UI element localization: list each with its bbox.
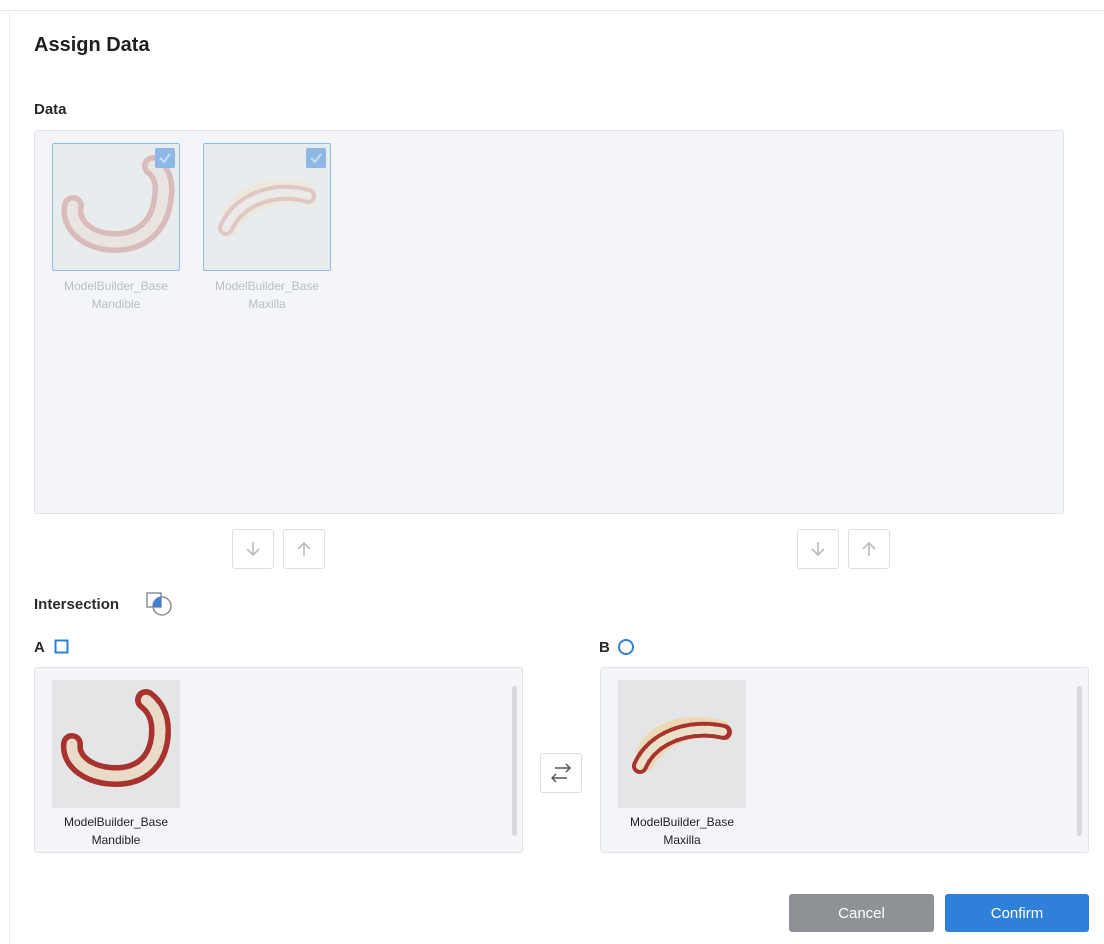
swap-button[interactable] xyxy=(540,753,582,793)
mandible-arch-icon xyxy=(60,689,172,788)
arrow-down-icon xyxy=(246,542,260,557)
data-item-name: ModelBuilder_Base xyxy=(214,279,320,293)
slot-item-name: ModelBuilder_Base xyxy=(63,815,169,829)
mandible-checkbox[interactable] xyxy=(155,148,175,168)
move-down-to-a-button[interactable] xyxy=(232,529,274,569)
dialog-top-divider xyxy=(0,10,1104,11)
arrow-up-icon xyxy=(297,541,311,556)
dialog-left-divider xyxy=(9,10,10,944)
slot-b-scrollbar[interactable] xyxy=(1077,686,1082,836)
maxilla-model-thumbnail xyxy=(618,680,746,808)
swap-arrows-icon xyxy=(551,763,571,783)
checkmark-icon xyxy=(159,153,171,164)
slot-b-label: B xyxy=(599,639,610,656)
data-item-mandible[interactable]: ModelBuilder_Base Mandible xyxy=(52,143,180,313)
maxilla-model-thumbnail[interactable] xyxy=(203,143,331,271)
data-item-type: Maxilla xyxy=(248,297,286,311)
square-icon xyxy=(54,639,70,660)
dialog-title: Assign Data xyxy=(34,34,150,56)
slot-item-name: ModelBuilder_Base xyxy=(629,815,735,829)
data-item-type: Mandible xyxy=(91,297,141,311)
intersection-label: Intersection xyxy=(34,596,120,613)
slot-a-panel: ModelBuilder_Base Mandible xyxy=(34,667,523,853)
slot-b-panel: ModelBuilder_Base Maxilla xyxy=(600,667,1089,853)
data-section-label: Data xyxy=(34,101,67,118)
slot-a-item-mandible[interactable]: ModelBuilder_Base Mandible xyxy=(52,680,180,849)
move-up-from-b-button[interactable] xyxy=(848,529,890,569)
slot-item-label: ModelBuilder_Base Maxilla xyxy=(618,813,746,849)
slot-a-label: A xyxy=(34,639,45,656)
data-item-name: ModelBuilder_Base xyxy=(63,279,169,293)
confirm-button[interactable]: Confirm xyxy=(945,894,1089,932)
data-item-label: ModelBuilder_Base Mandible xyxy=(52,277,180,313)
slot-item-label: ModelBuilder_Base Mandible xyxy=(52,813,180,849)
maxilla-arch-icon xyxy=(632,717,732,774)
arrow-up-icon xyxy=(862,541,876,556)
mandible-model-thumbnail xyxy=(52,680,180,808)
circle-icon xyxy=(617,638,635,661)
intersection-icon xyxy=(146,592,174,618)
checkmark-icon xyxy=(310,153,322,164)
slot-item-type: Mandible xyxy=(91,833,141,847)
data-list-panel: ModelBuilder_Base Mandible ModelBuilder_… xyxy=(34,130,1064,514)
move-down-to-b-button[interactable] xyxy=(797,529,839,569)
slot-a-scrollbar[interactable] xyxy=(512,686,517,836)
slot-b-item-maxilla[interactable]: ModelBuilder_Base Maxilla xyxy=(618,680,746,849)
mandible-model-thumbnail[interactable] xyxy=(52,143,180,271)
data-item-maxilla[interactable]: ModelBuilder_Base Maxilla xyxy=(203,143,331,313)
data-item-label: ModelBuilder_Base Maxilla xyxy=(203,277,331,313)
cancel-button[interactable]: Cancel xyxy=(789,894,934,932)
slot-item-type: Maxilla xyxy=(663,833,701,847)
arrow-down-icon xyxy=(811,542,825,557)
move-up-from-a-button[interactable] xyxy=(283,529,325,569)
maxilla-checkbox[interactable] xyxy=(306,148,326,168)
